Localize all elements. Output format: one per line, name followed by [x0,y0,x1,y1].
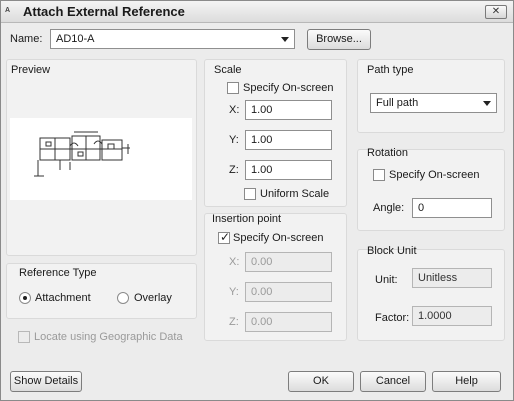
insertion-y-input[interactable]: 0.00 [245,282,332,302]
title-bar: A Attach External Reference ✕ [1,1,513,23]
cancel-button[interactable]: Cancel [360,371,426,392]
rotation-title: Rotation [367,147,408,159]
scale-z-label: Z: [229,164,239,176]
checkmark-icon: ✓ [220,230,231,244]
geo-label: Locate using Geographic Data [34,331,183,343]
name-dropdown[interactable]: AD10-A [50,29,295,49]
dialog-title: Attach External Reference [23,4,185,19]
rotation-specify-label: Specify On-screen [389,169,480,181]
rotation-specify-checkbox[interactable] [373,169,385,181]
insertion-z-label: Z: [229,316,239,328]
close-button[interactable]: ✕ [485,5,507,19]
insertion-point-title: Insertion point [212,213,282,225]
block-unit-title: Block Unit [367,245,417,257]
autocad-app-icon: A [5,7,11,14]
path-type-title: Path type [367,64,414,76]
geo-checkbox[interactable] [18,331,30,343]
chevron-down-icon [483,101,491,106]
uniform-scale-checkbox[interactable] [244,188,256,200]
chevron-down-icon [281,37,289,42]
ok-button[interactable]: OK [288,371,354,392]
scale-x-label: X: [229,104,240,116]
drawing-thumbnail-icon [34,131,130,177]
angle-label: Angle: [373,202,405,214]
factor-label: Factor: [375,312,410,324]
factor-value: 1.0000 [412,306,492,326]
name-label: Name: [10,33,43,45]
unit-label: Unit: [375,274,398,286]
block-unit-group [357,249,505,341]
path-type-dropdown[interactable]: Full path [370,93,497,113]
scale-specify-label: Specify On-screen [243,82,334,94]
close-x-icon: ✕ [491,6,501,17]
insertion-x-input[interactable]: 0.00 [245,252,332,272]
scale-title: Scale [214,64,242,76]
browse-button[interactable]: Browse... [307,29,371,50]
show-details-button[interactable]: Show Details [10,371,82,392]
name-dropdown-value: AD10-A [56,33,95,45]
insertion-y-label: Y: [229,286,239,298]
angle-input[interactable]: 0 [412,198,492,218]
path-type-value: Full path [376,97,419,109]
scale-x-input[interactable]: 1.00 [245,100,332,120]
insertion-x-label: X: [229,256,240,268]
overlay-label: Overlay [134,292,172,304]
preview-title: Preview [11,64,51,76]
scale-y-label: Y: [229,134,239,146]
help-button[interactable]: Help [432,371,501,392]
attachment-radio[interactable] [19,292,31,304]
insertion-z-input[interactable]: 0.00 [245,312,332,332]
insertion-specify-label: Specify On-screen [233,232,324,244]
insertion-specify-checkbox[interactable]: ✓ [218,230,231,244]
attachment-label: Attachment [35,292,91,304]
attach-xref-dialog: A Attach External Reference ✕ Name: AD10… [0,0,514,401]
overlay-radio[interactable] [117,292,129,304]
unit-value: Unitless [412,268,492,288]
scale-specify-checkbox[interactable] [227,82,239,94]
rotation-group [357,149,505,231]
preview-image [10,118,192,200]
scale-z-input[interactable]: 1.00 [245,160,332,180]
scale-y-input[interactable]: 1.00 [245,130,332,150]
reference-type-title: Reference Type [19,267,97,279]
uniform-scale-label: Uniform Scale [260,188,330,200]
